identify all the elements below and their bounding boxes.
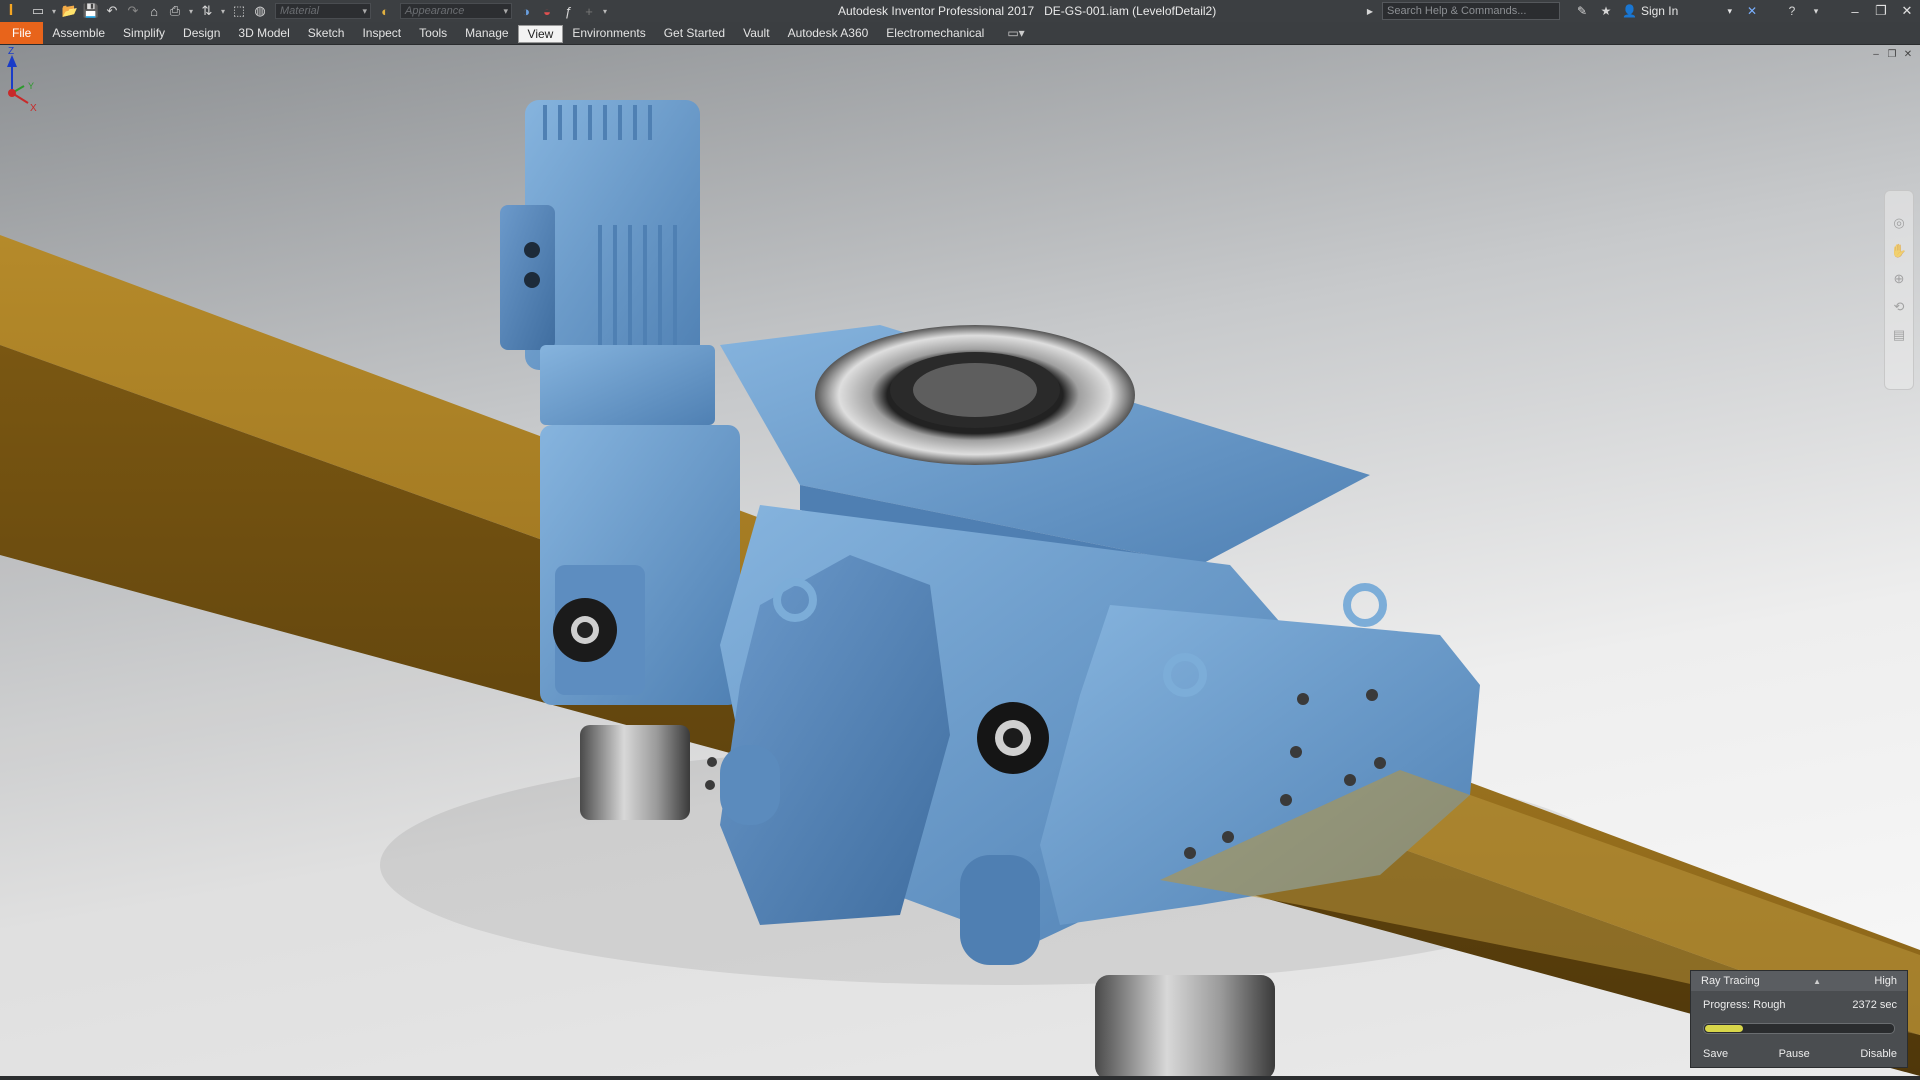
material-placeholder: Material: [280, 5, 320, 17]
triad-x-label: X: [30, 103, 37, 114]
undo-icon[interactable]: ↶: [102, 1, 122, 21]
tab-file[interactable]: File: [0, 22, 44, 44]
redo-icon[interactable]: ↷: [123, 1, 143, 21]
help-icon[interactable]: ?: [1782, 0, 1802, 22]
ray-tracing-panel: Ray Tracing ▲ High Progress: Rough 2372 …: [1690, 970, 1908, 1068]
tab-manage[interactable]: Manage: [456, 22, 517, 44]
ray-tracing-title: Ray Tracing: [1701, 975, 1760, 987]
adjust-appearance-icon[interactable]: ◑: [516, 1, 536, 21]
tab-inspect[interactable]: Inspect: [353, 22, 410, 44]
customize-dropdown-icon[interactable]: ▾: [600, 1, 610, 21]
tab-assemble[interactable]: Assemble: [43, 22, 114, 44]
material-globe-icon[interactable]: ◍: [250, 1, 270, 21]
progress-row: Progress: Rough 2372 sec: [1691, 991, 1907, 1017]
app-title: Autodesk Inventor Professional 2017: [838, 4, 1035, 18]
collapse-caret-icon[interactable]: ▲: [1813, 977, 1821, 986]
progress-bar-fill: [1705, 1025, 1743, 1032]
tab-sketch[interactable]: Sketch: [299, 22, 354, 44]
tab-environments[interactable]: Environments: [563, 22, 654, 44]
sign-in-label: Sign In: [1640, 4, 1679, 18]
chevron-down-icon: ▾: [362, 6, 367, 16]
appearance-sphere-icon[interactable]: ◐: [375, 1, 395, 21]
expand-arrow-icon[interactable]: ▶: [1360, 0, 1380, 22]
title-bar-right: ▶ Search Help & Commands... ✎ ★ 👤 Sign I…: [1358, 0, 1920, 22]
parameters-fx-icon[interactable]: ƒ: [558, 1, 578, 21]
tab-view[interactable]: View: [517, 25, 564, 43]
tab-autodesk-a360[interactable]: Autodesk A360: [779, 22, 878, 44]
progress-time: 2372 sec: [1852, 999, 1897, 1011]
disable-button[interactable]: Disable: [1860, 1048, 1897, 1060]
ray-tracing-header[interactable]: Ray Tracing ▲ High: [1691, 971, 1907, 991]
doc-restore-icon[interactable]: ❐: [1884, 49, 1900, 60]
restore-icon[interactable]: ❐: [1868, 0, 1894, 22]
update-icon[interactable]: ⇅: [197, 1, 217, 21]
model-render: [0, 100, 1920, 1076]
doc-close-icon[interactable]: ✕: [1900, 49, 1916, 60]
pause-button[interactable]: Pause: [1779, 1048, 1810, 1060]
tab-vault[interactable]: Vault: [734, 22, 778, 44]
inventor-logo-icon[interactable]: I: [2, 1, 20, 21]
full-navigation-wheel-icon[interactable]: ◎: [1893, 209, 1904, 237]
minimize-icon[interactable]: –: [1842, 0, 1868, 22]
home-icon[interactable]: ⌂: [144, 1, 164, 21]
ribbon-tabs: File Assemble Simplify Design 3D Model S…: [0, 22, 1920, 45]
ray-tracing-quality[interactable]: High: [1874, 975, 1897, 987]
title-bar: I ▭ ▾ 📂 💾 ↶ ↷ ⌂ ⎙ ▾ ⇅ ▾ ⬚ ◍ Material ▾ ◐…: [0, 0, 1920, 22]
favorites-star-icon[interactable]: ★: [1596, 0, 1616, 22]
document-name: DE-GS-001.iam (LevelofDetail2): [1044, 4, 1217, 18]
doc-minimize-icon[interactable]: –: [1868, 49, 1884, 60]
appearance-placeholder: Appearance: [405, 5, 465, 17]
material-combo[interactable]: Material ▾: [275, 3, 371, 19]
save-button[interactable]: Save: [1703, 1048, 1728, 1060]
new-dropdown-icon[interactable]: ▾: [49, 1, 59, 21]
sign-in-button[interactable]: 👤 Sign In ▾: [1622, 4, 1732, 18]
status-strip: [0, 1076, 1920, 1080]
coordinate-triad: Z Y X: [7, 46, 37, 114]
tab-design[interactable]: Design: [174, 22, 229, 44]
triad-z-label: Z: [8, 46, 14, 57]
search-help-input[interactable]: Search Help & Commands...: [1382, 2, 1560, 20]
appearance-combo[interactable]: Appearance ▾: [400, 3, 512, 19]
quick-access-toolbar: I ▭ ▾ 📂 💾 ↶ ↷ ⌂ ⎙ ▾ ⇅ ▾ ⬚ ◍ Material ▾ ◐…: [0, 0, 611, 22]
pan-icon[interactable]: ✋: [1891, 237, 1907, 265]
ray-tracing-actions: Save Pause Disable: [1691, 1034, 1907, 1060]
document-window-controls: – ❐ ✕: [1868, 49, 1916, 60]
print-icon[interactable]: ⎙: [165, 1, 185, 21]
navigation-bar: ◎ ✋ ⊕ ⟲ ▤: [1884, 190, 1914, 390]
orbit-icon[interactable]: ⟲: [1894, 293, 1905, 321]
save-icon[interactable]: 💾: [81, 1, 101, 21]
tab-3d-model[interactable]: 3D Model: [229, 22, 298, 44]
window-title: Autodesk Inventor Professional 2017 DE-G…: [838, 4, 1216, 18]
zoom-icon[interactable]: ⊕: [1894, 265, 1905, 293]
clear-appearance-icon[interactable]: ◒: [537, 1, 557, 21]
measure-icon[interactable]: +: [579, 1, 599, 21]
chevron-down-icon: ▾: [1727, 5, 1732, 16]
tab-get-started[interactable]: Get Started: [655, 22, 734, 44]
graphics-viewport[interactable]: – ❐ ✕ ◎ ✋ ⊕ ⟲ ▤ Z Y X: [0, 45, 1920, 1076]
search-placeholder: Search Help & Commands...: [1387, 5, 1527, 17]
triad-y-label: Y: [28, 81, 34, 91]
tab-simplify[interactable]: Simplify: [114, 22, 174, 44]
tab-tools[interactable]: Tools: [410, 22, 456, 44]
print-dropdown-icon[interactable]: ▾: [186, 1, 196, 21]
chevron-down-icon: ▾: [503, 6, 508, 16]
tab-electromechanical[interactable]: Electromechanical: [877, 22, 993, 44]
subscription-icon[interactable]: ✎: [1572, 0, 1592, 22]
help-dropdown-icon[interactable]: ▾: [1806, 0, 1826, 22]
exchange-apps-icon[interactable]: ✕: [1742, 0, 1762, 22]
progress-bar: [1703, 1023, 1895, 1034]
look-at-icon[interactable]: ▤: [1893, 321, 1905, 349]
ribbon-display-toggle-icon[interactable]: ▭▾: [1001, 22, 1030, 44]
select-icon[interactable]: ⬚: [229, 1, 249, 21]
new-file-icon[interactable]: ▭: [28, 1, 48, 21]
progress-label: Progress: Rough: [1703, 999, 1786, 1011]
open-folder-icon[interactable]: 📂: [60, 1, 80, 21]
close-icon[interactable]: ✕: [1894, 0, 1920, 22]
user-icon: 👤: [1622, 4, 1637, 18]
update-dropdown-icon[interactable]: ▾: [218, 1, 228, 21]
